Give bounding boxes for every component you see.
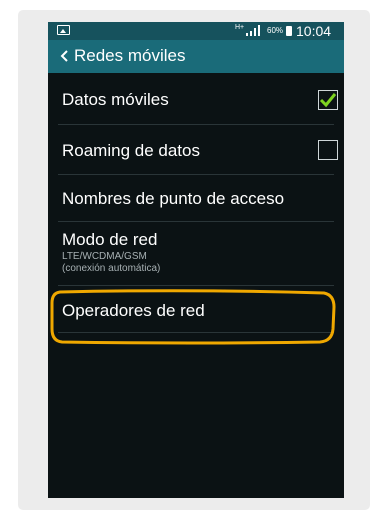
access-point-names-label: Nombres de punto de acceso (62, 189, 285, 208)
phone-screen: H+ 60% 10:04 Redes móviles Datos móviles… (48, 22, 344, 498)
network-mode-value: LTE/WCDMA/GSM (62, 251, 147, 262)
access-point-names-row[interactable]: Nombres de punto de acceso (48, 175, 344, 222)
check-icon (319, 93, 337, 108)
mobile-data-row[interactable]: Datos móviles (48, 73, 344, 125)
mobile-data-label: Datos móviles (62, 90, 169, 109)
page-title[interactable]: Redes móviles (74, 46, 186, 66)
back-arrow-icon[interactable] (58, 49, 72, 63)
data-roaming-checkbox[interactable] (318, 140, 338, 160)
action-bar: Redes móviles (48, 40, 344, 73)
image-notification-icon (57, 25, 70, 35)
signal-strength-icon (246, 25, 260, 36)
battery-percent: 60% (267, 26, 284, 35)
data-roaming-label: Roaming de datos (62, 141, 200, 160)
data-roaming-row[interactable]: Roaming de datos (48, 125, 344, 175)
mobile-data-checkbox[interactable] (318, 90, 338, 110)
clock: 10:04 (296, 23, 332, 39)
highlight-annotation (50, 289, 336, 345)
network-type-indicator: H+ (235, 24, 245, 31)
battery-icon (286, 26, 292, 36)
network-mode-label: Modo de red (62, 230, 158, 249)
network-mode-row[interactable]: Modo de red LTE/WCDMA/GSM (conexión auto… (48, 222, 344, 286)
status-bar: H+ 60% 10:04 (48, 22, 344, 40)
network-mode-note: (conexión automática) (62, 263, 161, 274)
